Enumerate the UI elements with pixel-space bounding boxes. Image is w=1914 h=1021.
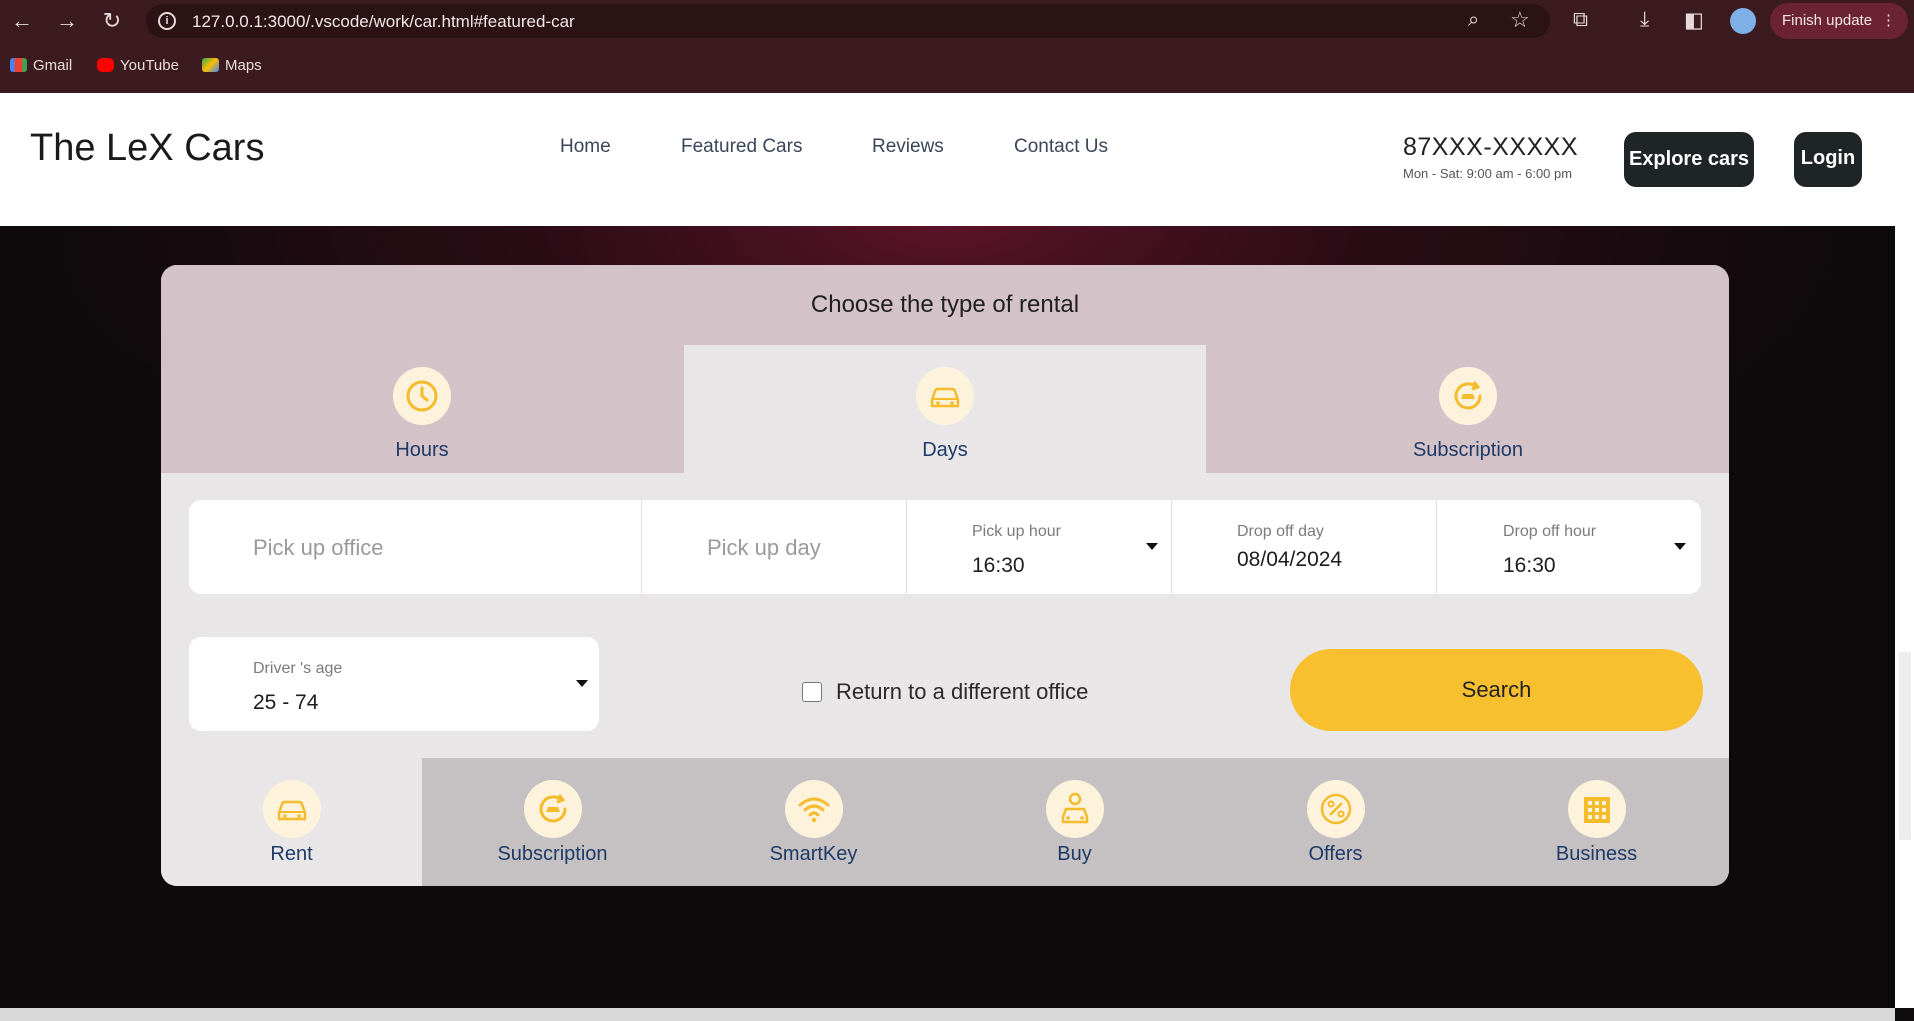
page-scrollbar[interactable]	[1895, 226, 1914, 1008]
tab-rent-label: Rent	[270, 843, 313, 865]
pickup-hour-label: Pick up hour	[972, 523, 1061, 540]
side-panel-icon[interactable]: ◧	[1684, 8, 1704, 33]
youtube-icon	[97, 58, 114, 72]
browser-toolbar: ← → ↻ i 127.0.0.1:3000/.vscode/work/car.…	[0, 0, 1914, 42]
nav-contact-us[interactable]: Contact Us	[1014, 136, 1108, 158]
tab-subscription-label: Subscription	[1412, 439, 1524, 461]
nav-home[interactable]: Home	[560, 136, 611, 158]
return-different-office-checkbox[interactable]	[802, 682, 822, 702]
tab-days-label: Days	[922, 439, 968, 461]
service-tabs: Rent Subscription SmartKey Buy Offers Bu…	[161, 758, 1729, 886]
bookmark-gmail[interactable]: Gmail	[10, 57, 72, 74]
bookmark-label: Maps	[225, 57, 262, 74]
dropoff-day-value: 08/04/2024	[1237, 548, 1343, 571]
car-refresh-icon	[524, 780, 582, 838]
dropoff-hour-select[interactable]: Drop off hour 16:30	[1437, 500, 1701, 594]
bookmark-label: YouTube	[120, 57, 179, 74]
horizontal-scrollbar[interactable]	[0, 1008, 1895, 1021]
bookmark-star-icon[interactable]: ☆	[1510, 7, 1530, 33]
tab-offers-label: Offers	[1308, 843, 1363, 865]
pickup-day-placeholder: Pick up day	[707, 535, 821, 560]
tab-rent[interactable]: Rent	[161, 758, 422, 886]
chevron-down-icon	[1146, 543, 1158, 550]
bookmark-maps[interactable]: Maps	[202, 57, 262, 74]
address-bar[interactable]: i 127.0.0.1:3000/.vscode/work/car.html#f…	[146, 4, 1550, 38]
maps-icon	[202, 58, 219, 72]
search-button[interactable]: Search	[1290, 649, 1703, 731]
tab-buy[interactable]: Buy	[944, 758, 1205, 886]
gmail-icon	[10, 58, 27, 72]
profile-avatar[interactable]	[1730, 8, 1756, 34]
more-vert-icon: ⋮	[1881, 12, 1896, 29]
tab-days[interactable]: Days	[684, 345, 1206, 473]
car-icon	[263, 780, 321, 838]
business-hours: Mon - Sat: 9:00 am - 6:00 pm	[1403, 166, 1573, 181]
search-fields: Pick up office Pick up day Pick up hour …	[189, 500, 1701, 594]
bookmark-youtube[interactable]: YouTube	[97, 57, 179, 74]
driver-age-select[interactable]: Driver 's age 25 - 74	[189, 637, 599, 731]
forward-arrow-icon[interactable]: →	[52, 6, 82, 36]
dropoff-hour-value: 16:30	[1503, 554, 1556, 577]
tab-hours[interactable]: Hours	[161, 345, 683, 473]
tab-hours-label: Hours	[395, 439, 449, 461]
car-refresh-icon	[1439, 367, 1497, 425]
rental-panel: Choose the type of rental Hours Days Sub…	[161, 265, 1729, 886]
chevron-down-icon	[1674, 543, 1686, 550]
wifi-icon	[785, 780, 843, 838]
pickup-hour-value: 16:30	[972, 554, 1025, 577]
rental-title: Choose the type of rental	[810, 291, 1080, 318]
driver-age-label: Driver 's age	[253, 660, 343, 677]
tab-smartkey-label: SmartKey	[769, 843, 858, 865]
return-different-office-label[interactable]: Return to a different office	[836, 679, 1088, 705]
tab-subscription[interactable]: Subscription	[1207, 345, 1729, 473]
reload-icon[interactable]: ↻	[97, 6, 127, 36]
car-tag-icon	[1046, 780, 1104, 838]
zoom-icon[interactable]: ⌕	[1468, 9, 1479, 32]
bookmark-label: Gmail	[33, 57, 73, 74]
car-icon	[916, 367, 974, 425]
url-text: 127.0.0.1:3000/.vscode/work/car.html#fea…	[192, 12, 575, 31]
driver-age-value: 25 - 74	[253, 691, 319, 714]
scrollbar-thumb[interactable]	[1899, 652, 1911, 840]
explore-cars-button[interactable]: Explore cars	[1624, 132, 1754, 187]
tab-subscription-service-label: Subscription	[497, 843, 608, 865]
pickup-office-placeholder: Pick up office	[253, 535, 384, 560]
tab-buy-label: Buy	[1057, 843, 1092, 865]
dropoff-hour-label: Drop off hour	[1503, 523, 1597, 540]
finish-update-label: Finish update	[1782, 12, 1873, 29]
finish-update-button[interactable]: Finish update ⋮	[1770, 3, 1908, 39]
phone-number: 87XXX-XXXXX	[1403, 133, 1579, 161]
nav-featured-cars[interactable]: Featured Cars	[681, 136, 802, 158]
pickup-day-field[interactable]: Pick up day	[642, 500, 907, 594]
pickup-hour-select[interactable]: Pick up hour 16:30	[907, 500, 1172, 594]
dropoff-day-label: Drop off day	[1237, 523, 1324, 540]
tab-smartkey[interactable]: SmartKey	[683, 758, 944, 886]
download-icon[interactable]: ⤓	[1640, 8, 1649, 32]
login-button[interactable]: Login	[1794, 132, 1862, 187]
tab-subscription-service[interactable]: Subscription	[422, 758, 683, 886]
chevron-down-icon	[576, 680, 588, 687]
pickup-office-field[interactable]: Pick up office	[189, 500, 642, 594]
site-info-icon[interactable]: i	[158, 12, 176, 30]
brand-logo[interactable]: The LeX Cars	[30, 127, 264, 170]
building-icon	[1568, 780, 1626, 838]
tab-offers[interactable]: Offers	[1205, 758, 1466, 886]
dropoff-day-field[interactable]: Drop off day 08/04/2024	[1172, 500, 1437, 594]
bookmarks-bar: Gmail YouTube Maps	[0, 42, 1914, 93]
tab-business[interactable]: Business	[1466, 758, 1727, 886]
percent-icon	[1307, 780, 1365, 838]
back-arrow-icon[interactable]: ←	[7, 6, 37, 36]
nav-reviews[interactable]: Reviews	[872, 136, 944, 158]
clock-icon	[393, 367, 451, 425]
extensions-icon[interactable]: ⧉	[1573, 8, 1588, 32]
site-header: The LeX Cars Home Featured Cars Reviews …	[0, 93, 1914, 226]
tab-business-label: Business	[1555, 843, 1638, 865]
